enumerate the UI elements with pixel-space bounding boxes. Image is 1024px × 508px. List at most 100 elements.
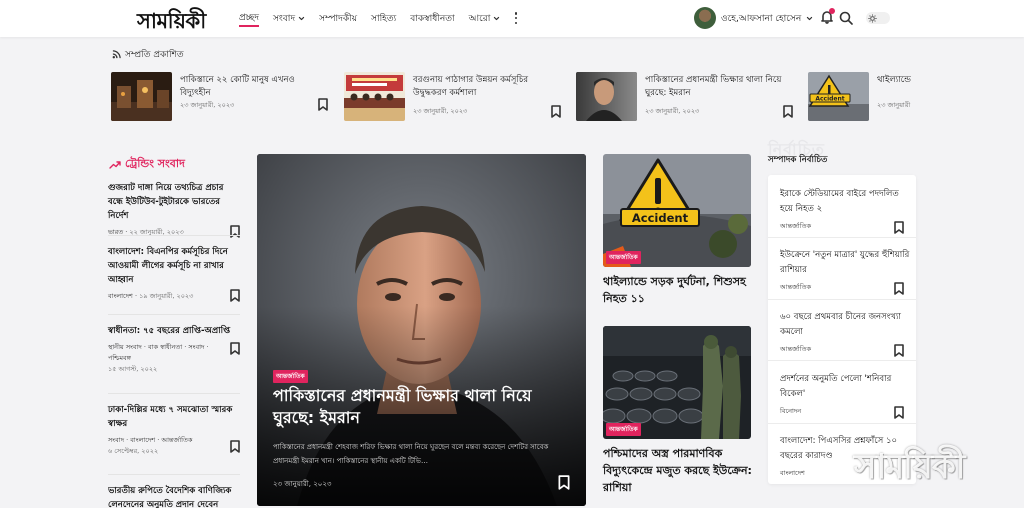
avatar[interactable] (694, 7, 716, 29)
category-badge[interactable]: আন্তর্জাতিক (606, 251, 641, 264)
notification-dot (829, 8, 835, 14)
category-tag[interactable]: বাক স্বাধীনতা (148, 343, 182, 351)
bookmark-icon[interactable] (551, 105, 561, 118)
category-tag[interactable]: আন্তর্জাতিক (780, 221, 910, 232)
divider (108, 235, 240, 236)
trending-title[interactable]: ঢাকা-দিল্লির মধ্যে ৭ সমঝোতা স্মারক স্বাক… (108, 403, 240, 431)
trending-title[interactable]: ভারতীয় রুপিতে বৈদেশিক বাণিজ্যিক লেনদেনে… (108, 484, 240, 508)
trending-up-icon (109, 161, 121, 169)
editors-pick-title[interactable]: ৬০ বছরে প্রথমবার চীনের জনসংখ্যা কমলো (780, 310, 910, 340)
trending-item[interactable]: বাংলাদেশ: বিএনপির কর্মসূচির দিনে আওয়ামী… (108, 245, 240, 302)
bookmark-icon[interactable] (230, 225, 240, 238)
latest-thumbnail[interactable]: Accident (808, 72, 869, 121)
trending-item[interactable]: গুজরাট দাঙ্গা নিয়ে তথ্যচিত্র প্রচার বন্… (108, 181, 240, 238)
divider (108, 314, 240, 315)
more-options-icon[interactable] (510, 11, 522, 25)
site-logo[interactable]: সাময়িকী (137, 5, 206, 40)
featured-title[interactable]: পাকিস্তানের প্রধানমন্ত্রী ভিক্ষার থালা ন… (273, 385, 563, 429)
brand-watermark: সাময়িকী (854, 447, 965, 487)
nav-item-free-speech[interactable]: বাকস্বাধীনতা (410, 11, 454, 25)
trending-title[interactable]: বাংলাদেশ: বিএনপির কর্মসূচির দিনে আওয়ামী… (108, 245, 240, 287)
trending-meta: স্থানীয় সংবাদ · বাক স্বাধীনতা · সংবাদ ·… (108, 343, 209, 373)
latest-date: ২৩ জানুয়ারী, ২০২৩ (180, 101, 235, 109)
editors-pick-heading: সম্পাদক নির্বাচিত (768, 155, 828, 165)
news-card[interactable]: আন্তর্জাতিক পশ্চিমাদের অস্ত্র পারমাণবিক … (603, 326, 753, 496)
nav-item-news[interactable]: সংবাদ (273, 11, 305, 25)
latest-title[interactable]: পাকিস্তানে ২২ কোটি মানুষ এখনও বিদ্যুৎহীন (180, 74, 320, 100)
nav-item-label: প্রচ্ছদ (239, 12, 259, 23)
bookmark-icon[interactable] (894, 282, 904, 295)
nav-item-home[interactable]: প্রচ্ছদ (239, 11, 259, 27)
editors-pick-item[interactable]: ইউক্রেনে 'নতুন মাত্রার' যুদ্ধের হুঁশিয়া… (780, 248, 910, 295)
chevron-down-icon (494, 16, 500, 20)
latest-item[interactable]: পাকিস্তানের প্রধানমন্ত্রী ভিক্ষার থালা ন… (576, 72, 801, 122)
bookmark-icon[interactable] (230, 342, 240, 355)
editors-pick-title[interactable]: ইউক্রেনে 'নতুন মাত্রার' যুদ্ধের হুঁশিয়া… (780, 248, 910, 278)
news-card-title[interactable]: থাইল্যান্ডে সড়ক দুর্ঘটনা, শিশুসহ নিহত ১… (603, 273, 753, 307)
bookmark-icon[interactable] (318, 98, 328, 111)
editors-pick-title[interactable]: প্রদর্শনের অনুমতি পেলো 'শনিবার বিকেল' (780, 372, 910, 402)
category-tag[interactable]: আন্তর্জাতিক (780, 344, 910, 355)
divider (768, 423, 916, 424)
divider (108, 474, 240, 475)
latest-date: ২৩ জানুয়ারী, ২০২৩ (413, 107, 468, 115)
editors-pick-item[interactable]: প্রদর্শনের অনুমতি পেলো 'শনিবার বিকেল' বি… (780, 372, 910, 419)
category-badge[interactable]: আন্তর্জাতিক (606, 423, 641, 436)
nav-item-editorial[interactable]: সম্পাদকীয় (319, 11, 357, 25)
latest-item[interactable]: বরগুনায় পাঠাগার উন্নয়ন কর্মসূচির উদ্বু… (344, 72, 569, 122)
bookmark-icon[interactable] (783, 105, 793, 118)
category-tag[interactable]: আন্তর্জাতিক (780, 282, 910, 293)
news-card[interactable]: Accident আন্তর্জাতিক থাইল্যান্ডে সড়ক দু… (603, 154, 751, 307)
category-tag[interactable]: বাংলাদেশ (108, 292, 133, 300)
latest-thumbnail[interactable] (111, 72, 172, 121)
news-card-image[interactable]: আন্তর্জাতিক (603, 326, 751, 439)
bookmark-icon[interactable] (894, 221, 904, 234)
category-tag[interactable]: সংবাদ (188, 343, 204, 351)
nav-item-label: সম্পাদকীয় (319, 13, 358, 24)
nav-item-label: আরো (468, 13, 491, 24)
trending-title[interactable]: গুজরাট দাঙ্গা নিয়ে তথ্যচিত্র প্রচার বন্… (108, 181, 240, 223)
editors-pick-item[interactable]: ইরাকে স্টেডিয়ামের বাইরে পদদলিত হয়ে নিহ… (780, 187, 910, 234)
trending-meta: ভারত · ২২ জানুয়ারী, ২০২৩ (108, 228, 184, 236)
bookmark-icon[interactable] (230, 440, 240, 453)
trending-heading: ট্রেন্ডিং সংবাদ (109, 155, 185, 174)
user-greeting: ওহে,আফসানা হোসেন (721, 13, 802, 24)
category-tag[interactable]: বাংলাদেশ (130, 436, 155, 444)
category-tag[interactable]: পশ্চিমবঙ্গ (108, 354, 131, 362)
editors-pick-title[interactable]: ইরাকে স্টেডিয়ামের বাইরে পদদলিত হয়ে নিহ… (780, 187, 910, 217)
latest-item[interactable]: Accident থাইল্যান্ডে ২৩ জানুয়ারী (808, 72, 918, 122)
latest-thumbnail[interactable] (344, 72, 405, 121)
rss-icon (112, 50, 121, 59)
category-badge[interactable]: আন্তর্জাতিক (273, 370, 308, 383)
latest-thumbnail[interactable] (576, 72, 637, 121)
nav-item-label: সাহিত্য (371, 13, 397, 24)
trending-item[interactable]: ঢাকা-দিল্লির মধ্যে ৭ সমঝোতা স্মারক স্বাক… (108, 403, 240, 457)
editors-pick-item[interactable]: ৬০ বছরে প্রথমবার চীনের জনসংখ্যা কমলো আন্… (780, 310, 910, 357)
category-tag[interactable]: স্থানীয় সংবাদ (108, 343, 142, 351)
featured-excerpt: পাকিস্তানের প্রধানমন্ত্রী শেহবাজ শরিফ ভি… (273, 443, 549, 465)
category-tag[interactable]: সংবাদ (108, 436, 124, 444)
user-menu[interactable]: ওহে,আফসানা হোসেন (694, 7, 813, 29)
bookmark-icon[interactable] (894, 344, 904, 357)
category-tag[interactable]: আন্তর্জাতিক (161, 436, 192, 444)
bookmark-icon[interactable] (230, 289, 240, 302)
nav-item-literature[interactable]: সাহিত্য (371, 11, 396, 25)
category-tag[interactable]: বিনোদন (780, 406, 910, 417)
bookmark-icon[interactable] (558, 475, 570, 490)
divider (768, 237, 916, 238)
featured-article[interactable]: আন্তর্জাতিক পাকিস্তানের প্রধানমন্ত্রী ভি… (257, 154, 586, 506)
news-card-image[interactable]: Accident আন্তর্জাতিক (603, 154, 751, 267)
trending-item[interactable]: ভারতীয় রুপিতে বৈদেশিক বাণিজ্যিক লেনদেনে… (108, 484, 240, 508)
trending-item[interactable]: স্বাধীনতা: ৭৫ বছরের প্রাপ্তি-অপ্রাপ্তি স… (108, 324, 240, 375)
nav-item-more[interactable]: আরো (469, 11, 501, 25)
bookmark-icon[interactable] (894, 406, 904, 419)
theme-toggle[interactable] (866, 12, 890, 24)
latest-title[interactable]: পাকিস্তানের প্রধানমন্ত্রী ভিক্ষার থালা ন… (645, 74, 785, 100)
latest-title[interactable]: বরগুনায় পাঠাগার উন্নয়ন কর্মসূচির উদ্বু… (413, 74, 553, 100)
search-icon[interactable] (839, 11, 853, 25)
latest-title[interactable]: থাইল্যান্ডে (877, 74, 917, 87)
latest-item[interactable]: পাকিস্তানে ২২ কোটি মানুষ এখনও বিদ্যুৎহীন… (111, 72, 336, 122)
news-card-title[interactable]: পশ্চিমাদের অস্ত্র পারমাণবিক বিদ্যুৎকেন্দ… (603, 445, 753, 496)
trending-title[interactable]: স্বাধীনতা: ৭৫ বছরের প্রাপ্তি-অপ্রাপ্তি (108, 324, 240, 338)
nav-item-label: বাকস্বাধীনতা (410, 13, 455, 24)
